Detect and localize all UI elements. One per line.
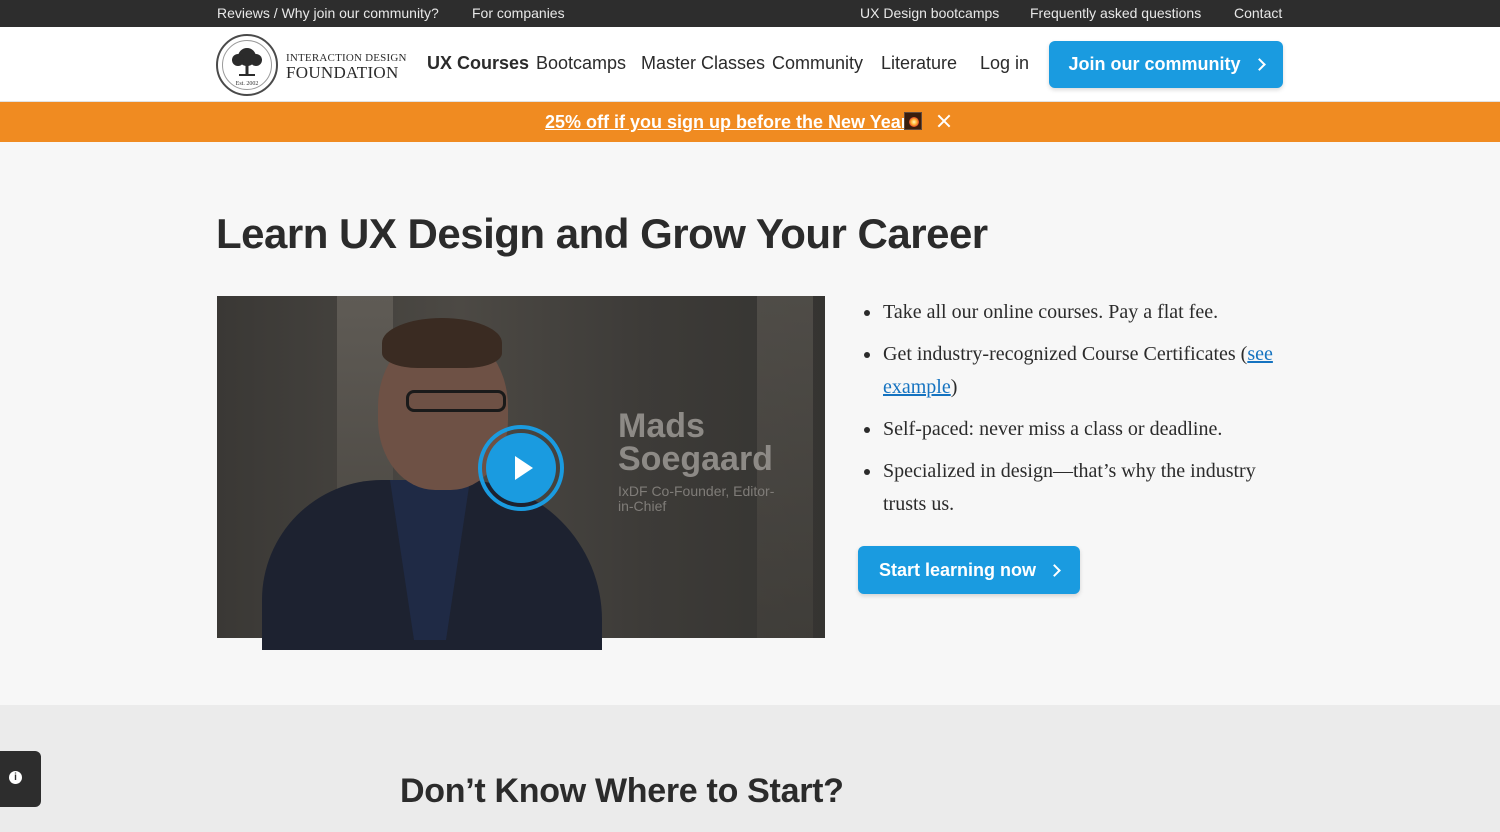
play-button[interactable] <box>478 425 564 511</box>
video-speaker-role: IxDF Co-Founder, Editor-in-Chief <box>618 483 775 514</box>
where-to-start-section <box>0 705 1500 832</box>
close-icon[interactable] <box>936 113 952 129</box>
start-learning-button[interactable]: Start learning now <box>858 546 1080 594</box>
benefit-text: Take all our online courses. Pay a flat … <box>883 301 1219 323</box>
benefit-text: Self-paced: never miss a class or deadli… <box>883 418 1223 440</box>
list-item: Self-paced: never miss a class or deadli… <box>862 413 1292 446</box>
top-utility-bar: Reviews / Why join our community? For co… <box>0 0 1500 27</box>
chevron-right-icon <box>1252 58 1266 71</box>
nav-literature[interactable]: Literature <box>881 53 957 74</box>
reviews-link[interactable]: Reviews / Why join our community? <box>217 5 439 21</box>
section-title: Don’t Know Where to Start? <box>400 772 844 810</box>
chevron-right-icon <box>1048 563 1061 577</box>
firework-icon <box>904 112 922 130</box>
join-community-label: Join our community <box>1068 54 1241 74</box>
video-person-glasses <box>406 390 506 412</box>
promo-banner: 25% off if you sign up before the New Ye… <box>0 102 1500 142</box>
play-button-fill <box>486 433 556 503</box>
benefit-text-suffix: ) <box>950 376 958 398</box>
faq-link[interactable]: Frequently asked questions <box>1030 5 1201 21</box>
logo-est-text: Est. 2002 <box>235 81 259 87</box>
nav-ux-courses[interactable]: UX Courses <box>427 53 529 74</box>
nav-master-classes[interactable]: Master Classes <box>641 53 765 74</box>
video-speaker-name: Mads Soegaard <box>618 407 773 478</box>
info-icon[interactable]: i <box>9 771 22 784</box>
list-item: Take all our online courses. Pay a flat … <box>862 296 1292 329</box>
list-item: Specialized in design—that’s why the ind… <box>862 455 1292 521</box>
start-learning-label: Start learning now <box>878 559 1037 580</box>
promo-link[interactable]: 25% off if you sign up before the New Ye… <box>545 112 914 133</box>
nav-community[interactable]: Community <box>772 53 863 74</box>
benefits-list: Take all our online courses. Pay a flat … <box>862 296 1292 530</box>
page-title: Learn UX Design and Grow Your Career <box>216 210 988 257</box>
contact-link[interactable]: Contact <box>1234 5 1282 21</box>
ux-bootcamps-link[interactable]: UX Design bootcamps <box>860 5 999 21</box>
ixdf-logo[interactable]: Est. 2002 <box>216 34 278 96</box>
tree-icon <box>232 48 262 76</box>
nav-bootcamps[interactable]: Bootcamps <box>536 53 626 74</box>
video-person-hair <box>382 318 502 368</box>
login-link[interactable]: Log in <box>980 53 1029 74</box>
benefit-text: Specialized in design—that’s why the ind… <box>883 460 1256 515</box>
join-community-button[interactable]: Join our community <box>1049 41 1283 88</box>
play-icon <box>515 456 533 480</box>
brand-name-line2[interactable]: FOUNDATION <box>286 63 399 83</box>
benefit-text: Get industry-recognized Course Certifica… <box>883 343 1248 365</box>
list-item: Get industry-recognized Course Certifica… <box>862 338 1292 404</box>
for-companies-link[interactable]: For companies <box>472 5 565 21</box>
